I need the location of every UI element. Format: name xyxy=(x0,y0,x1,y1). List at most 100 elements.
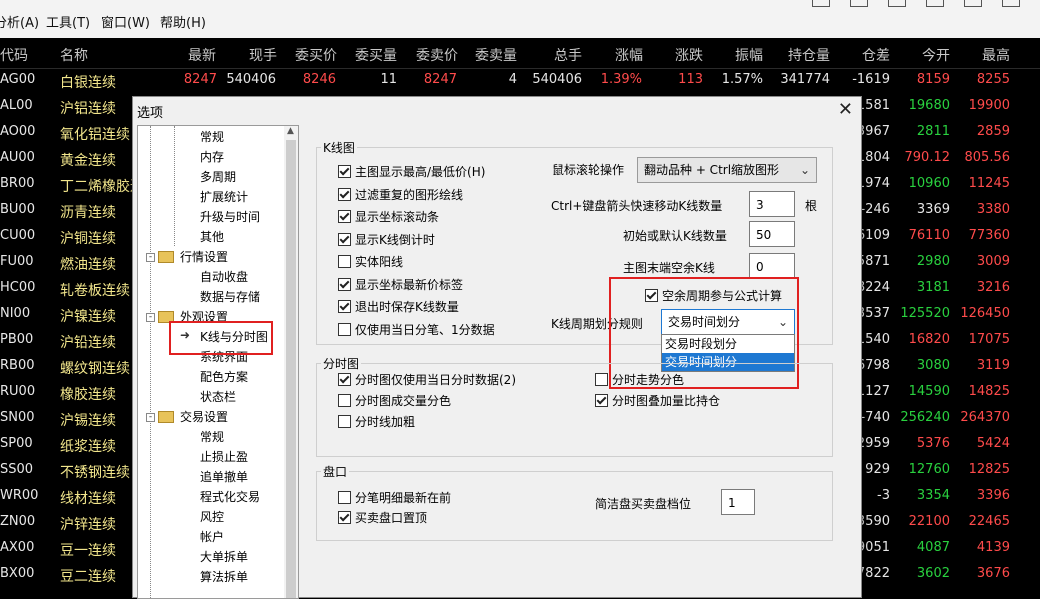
kline-option-checkbox[interactable]: 过滤重复的图形绘线 xyxy=(338,186,463,203)
checkbox-box[interactable] xyxy=(338,165,351,178)
col-volume-now[interactable]: 现手 xyxy=(249,45,277,65)
checkbox-box[interactable] xyxy=(338,322,351,336)
cell-high: 19900 xyxy=(968,98,1010,113)
tree-scrollbar[interactable]: ▲ xyxy=(284,126,298,598)
toolbar-icon[interactable] xyxy=(812,0,830,7)
tree-item-status-bar[interactable]: 状态栏 xyxy=(200,388,236,405)
tree-item-upgrade-time[interactable]: 升级与时间 xyxy=(200,208,260,225)
tree-item-data-storage[interactable]: 数据与存储 xyxy=(200,288,260,305)
tree-item-algo-trading[interactable]: 程式化交易 xyxy=(200,488,260,505)
empty-kline-input[interactable]: 0 xyxy=(749,253,795,279)
checkbox-box[interactable] xyxy=(338,415,351,428)
col-last[interactable]: 最新 xyxy=(188,45,216,65)
scroll-thumb[interactable] xyxy=(286,140,296,598)
checkbox-box[interactable] xyxy=(338,210,351,223)
row-code: SS00 xyxy=(0,462,34,477)
col-open[interactable]: 今开 xyxy=(922,45,950,65)
col-code[interactable]: 代码 xyxy=(0,45,28,65)
tree-item-multi-period[interactable]: 多周期 xyxy=(200,168,236,185)
checkbox-box[interactable] xyxy=(338,394,351,407)
col-bid-vol[interactable]: 委买量 xyxy=(355,45,397,65)
tree-item-auto-close[interactable]: 自动收盘 xyxy=(200,268,248,285)
col-total[interactable]: 总手 xyxy=(554,45,582,65)
collapse-icon[interactable]: - xyxy=(146,413,155,422)
menu-window[interactable]: 窗口(W) xyxy=(101,12,150,31)
highlight-box xyxy=(169,321,273,355)
toolbar-icon[interactable] xyxy=(888,0,906,7)
toolbar-icon[interactable] xyxy=(964,0,982,7)
tree-item-chase-cancel[interactable]: 追单撤单 xyxy=(200,468,248,485)
kline-option-checkbox[interactable]: 显示坐标最新价标签 xyxy=(338,276,463,293)
table-row[interactable]: AG00 白银连续 8247 540406 8246 11 8247 4 540406 1.39%… xyxy=(0,68,1040,94)
checkbox-box[interactable] xyxy=(338,373,351,386)
trend-color-checkbox[interactable]: 分时走势分色 xyxy=(595,371,684,388)
kline-option-checkbox[interactable]: 显示K线倒计时 xyxy=(338,231,435,248)
arrow-move-unit: 根 xyxy=(805,199,818,213)
checkbox-box[interactable] xyxy=(338,300,351,313)
tree-item-ext-stats[interactable]: 扩展统计 xyxy=(200,188,248,205)
kline-option-checkbox[interactable]: 显示坐标滚动条 xyxy=(338,208,439,225)
checkbox-box[interactable] xyxy=(338,232,351,246)
tree-group-trade[interactable]: 交易设置 xyxy=(180,408,228,425)
init-count-label: 初始或默认K线数量 xyxy=(623,229,727,243)
quote-table-header: 代码 名称 最新 现手 委买价 委买量 委卖价 委卖量 总手 涨幅 涨跌 振幅 … xyxy=(0,38,1040,69)
checkbox-box[interactable] xyxy=(338,277,351,291)
tree-item-trade-general[interactable]: 常规 xyxy=(200,428,224,445)
menu-analysis[interactable]: 分析(A) xyxy=(0,12,39,31)
col-high[interactable]: 最高 xyxy=(982,45,1010,65)
tree-item-risk[interactable]: 风控 xyxy=(200,508,224,525)
col-change-pct[interactable]: 涨幅 xyxy=(615,45,643,65)
depth-option-checkbox[interactable]: 买卖盘口置顶 xyxy=(338,509,427,526)
menu-tools[interactable]: 工具(T) xyxy=(46,12,90,31)
kline-option-checkbox[interactable]: 主图显示最高/最低价(H) xyxy=(338,163,485,180)
arrow-move-input[interactable]: 3 xyxy=(749,191,795,217)
overlay-oi-checkbox[interactable]: 分时图叠加量比持仓 xyxy=(595,392,720,409)
cell-open: 12760 xyxy=(908,462,950,477)
tree-item-stop[interactable]: 止损止盈 xyxy=(200,448,248,465)
kline-option-checkbox[interactable]: 退出时保存K线数量 xyxy=(338,298,459,315)
tree-item-general[interactable]: 常规 xyxy=(200,128,224,145)
tree-item-algo-split[interactable]: 算法拆单 xyxy=(200,568,248,585)
tree-group-quote[interactable]: 行情设置 xyxy=(180,248,228,265)
checkbox-box[interactable] xyxy=(338,255,351,268)
cell-high: 3009 xyxy=(976,254,1010,269)
intraday-option-checkbox[interactable]: 分时图仅使用当日分时数据(2) xyxy=(338,371,516,388)
cell-open: 4087 xyxy=(916,540,950,555)
cell-high: 4139 xyxy=(976,540,1010,555)
col-ask-vol[interactable]: 委卖量 xyxy=(475,45,517,65)
init-count-input[interactable]: 50 xyxy=(749,221,795,247)
collapse-icon[interactable]: - xyxy=(146,253,155,262)
collapse-icon[interactable]: - xyxy=(146,313,155,322)
tree-item-big-order[interactable]: 大单拆单 xyxy=(200,548,248,565)
col-bid-price[interactable]: 委买价 xyxy=(295,45,337,65)
col-oi-change[interactable]: 仓差 xyxy=(862,45,890,65)
close-icon[interactable]: ✕ xyxy=(838,99,853,120)
tree-item-account[interactable]: 帐户 xyxy=(200,528,224,545)
depth-option-checkbox[interactable]: 分笔明细最新在前 xyxy=(338,489,451,506)
toolbar-icon[interactable] xyxy=(1002,0,1020,7)
toolbar-icon[interactable] xyxy=(926,0,944,7)
kline-option-checkbox[interactable]: 实体阳线 xyxy=(338,253,403,270)
depth-group-title: 盘口 xyxy=(321,463,350,480)
checkbox-box[interactable] xyxy=(338,491,351,504)
col-amplitude[interactable]: 振幅 xyxy=(735,45,763,65)
menu-help[interactable]: 帮助(H) xyxy=(160,12,206,31)
kline-option-checkbox[interactable]: 仅使用当日分笔、1分数据 xyxy=(338,321,495,338)
scroll-up-icon[interactable]: ▲ xyxy=(287,126,294,136)
tree-item-color-scheme[interactable]: 配色方案 xyxy=(200,368,248,385)
intraday-option-checkbox[interactable]: 分时线加粗 xyxy=(338,413,415,430)
cell-open: 3080 xyxy=(916,358,950,373)
checkbox-box[interactable] xyxy=(338,511,351,524)
col-ask-price[interactable]: 委卖价 xyxy=(416,45,458,65)
checkbox-box[interactable] xyxy=(338,187,351,201)
toolbar-icon[interactable] xyxy=(850,0,868,7)
levels-input[interactable]: 1 xyxy=(721,489,755,515)
col-change[interactable]: 涨跌 xyxy=(675,45,703,65)
wheel-select[interactable]: 翻动品种 + Ctrl缩放图形 ⌄ xyxy=(637,157,817,183)
cell-high: 3380 xyxy=(976,202,1010,217)
tree-item-other[interactable]: 其他 xyxy=(200,228,224,245)
intraday-option-checkbox[interactable]: 分时图成交量分色 xyxy=(338,392,451,409)
col-open-interest[interactable]: 持仓量 xyxy=(788,45,830,65)
tree-item-memory[interactable]: 内存 xyxy=(200,148,224,165)
col-name[interactable]: 名称 xyxy=(60,45,88,65)
